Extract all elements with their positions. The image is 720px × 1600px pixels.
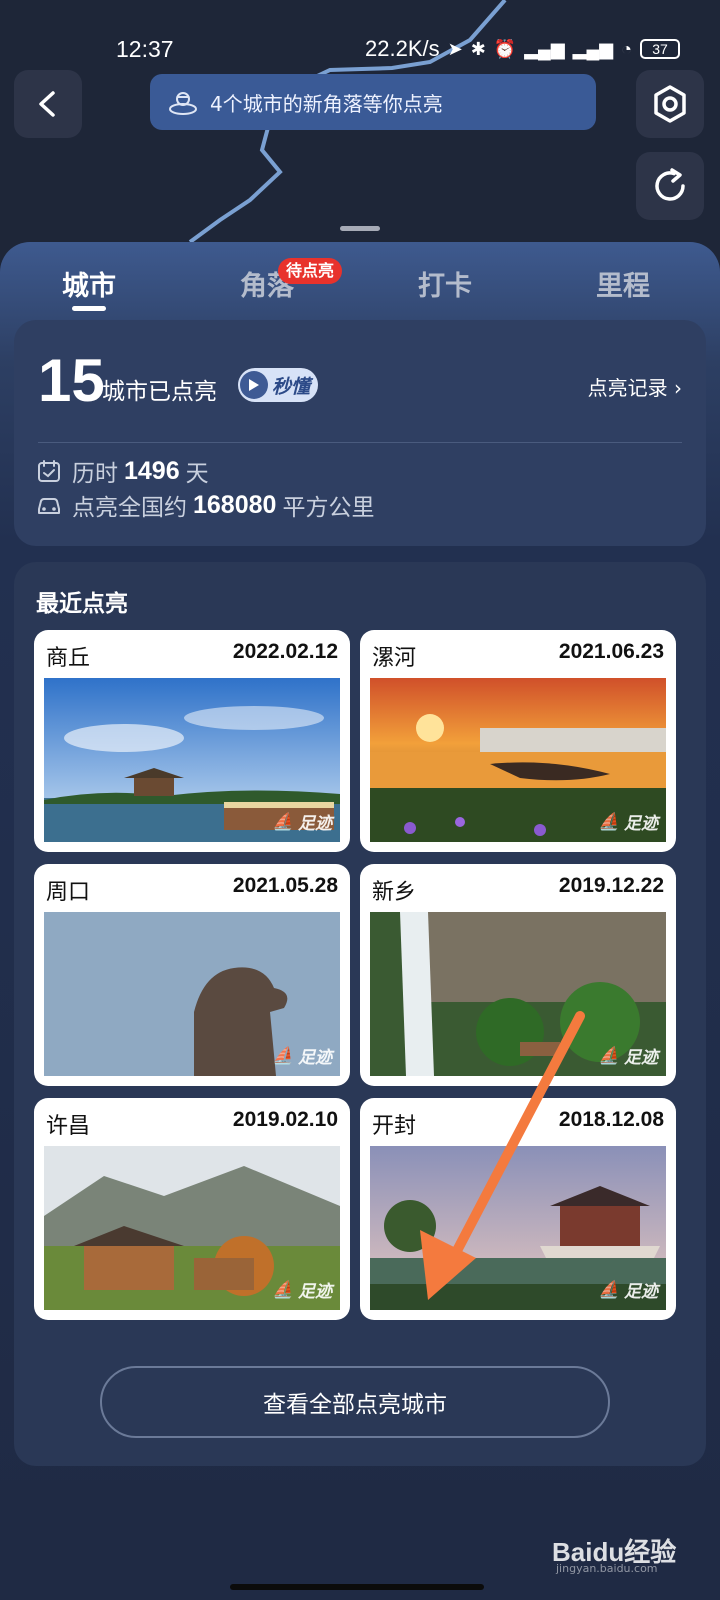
baidu-jingyan-url: jingyan.baidu.com [556, 1562, 658, 1575]
annotation-arrow [420, 1011, 585, 1300]
home-indicator[interactable] [230, 1584, 484, 1590]
